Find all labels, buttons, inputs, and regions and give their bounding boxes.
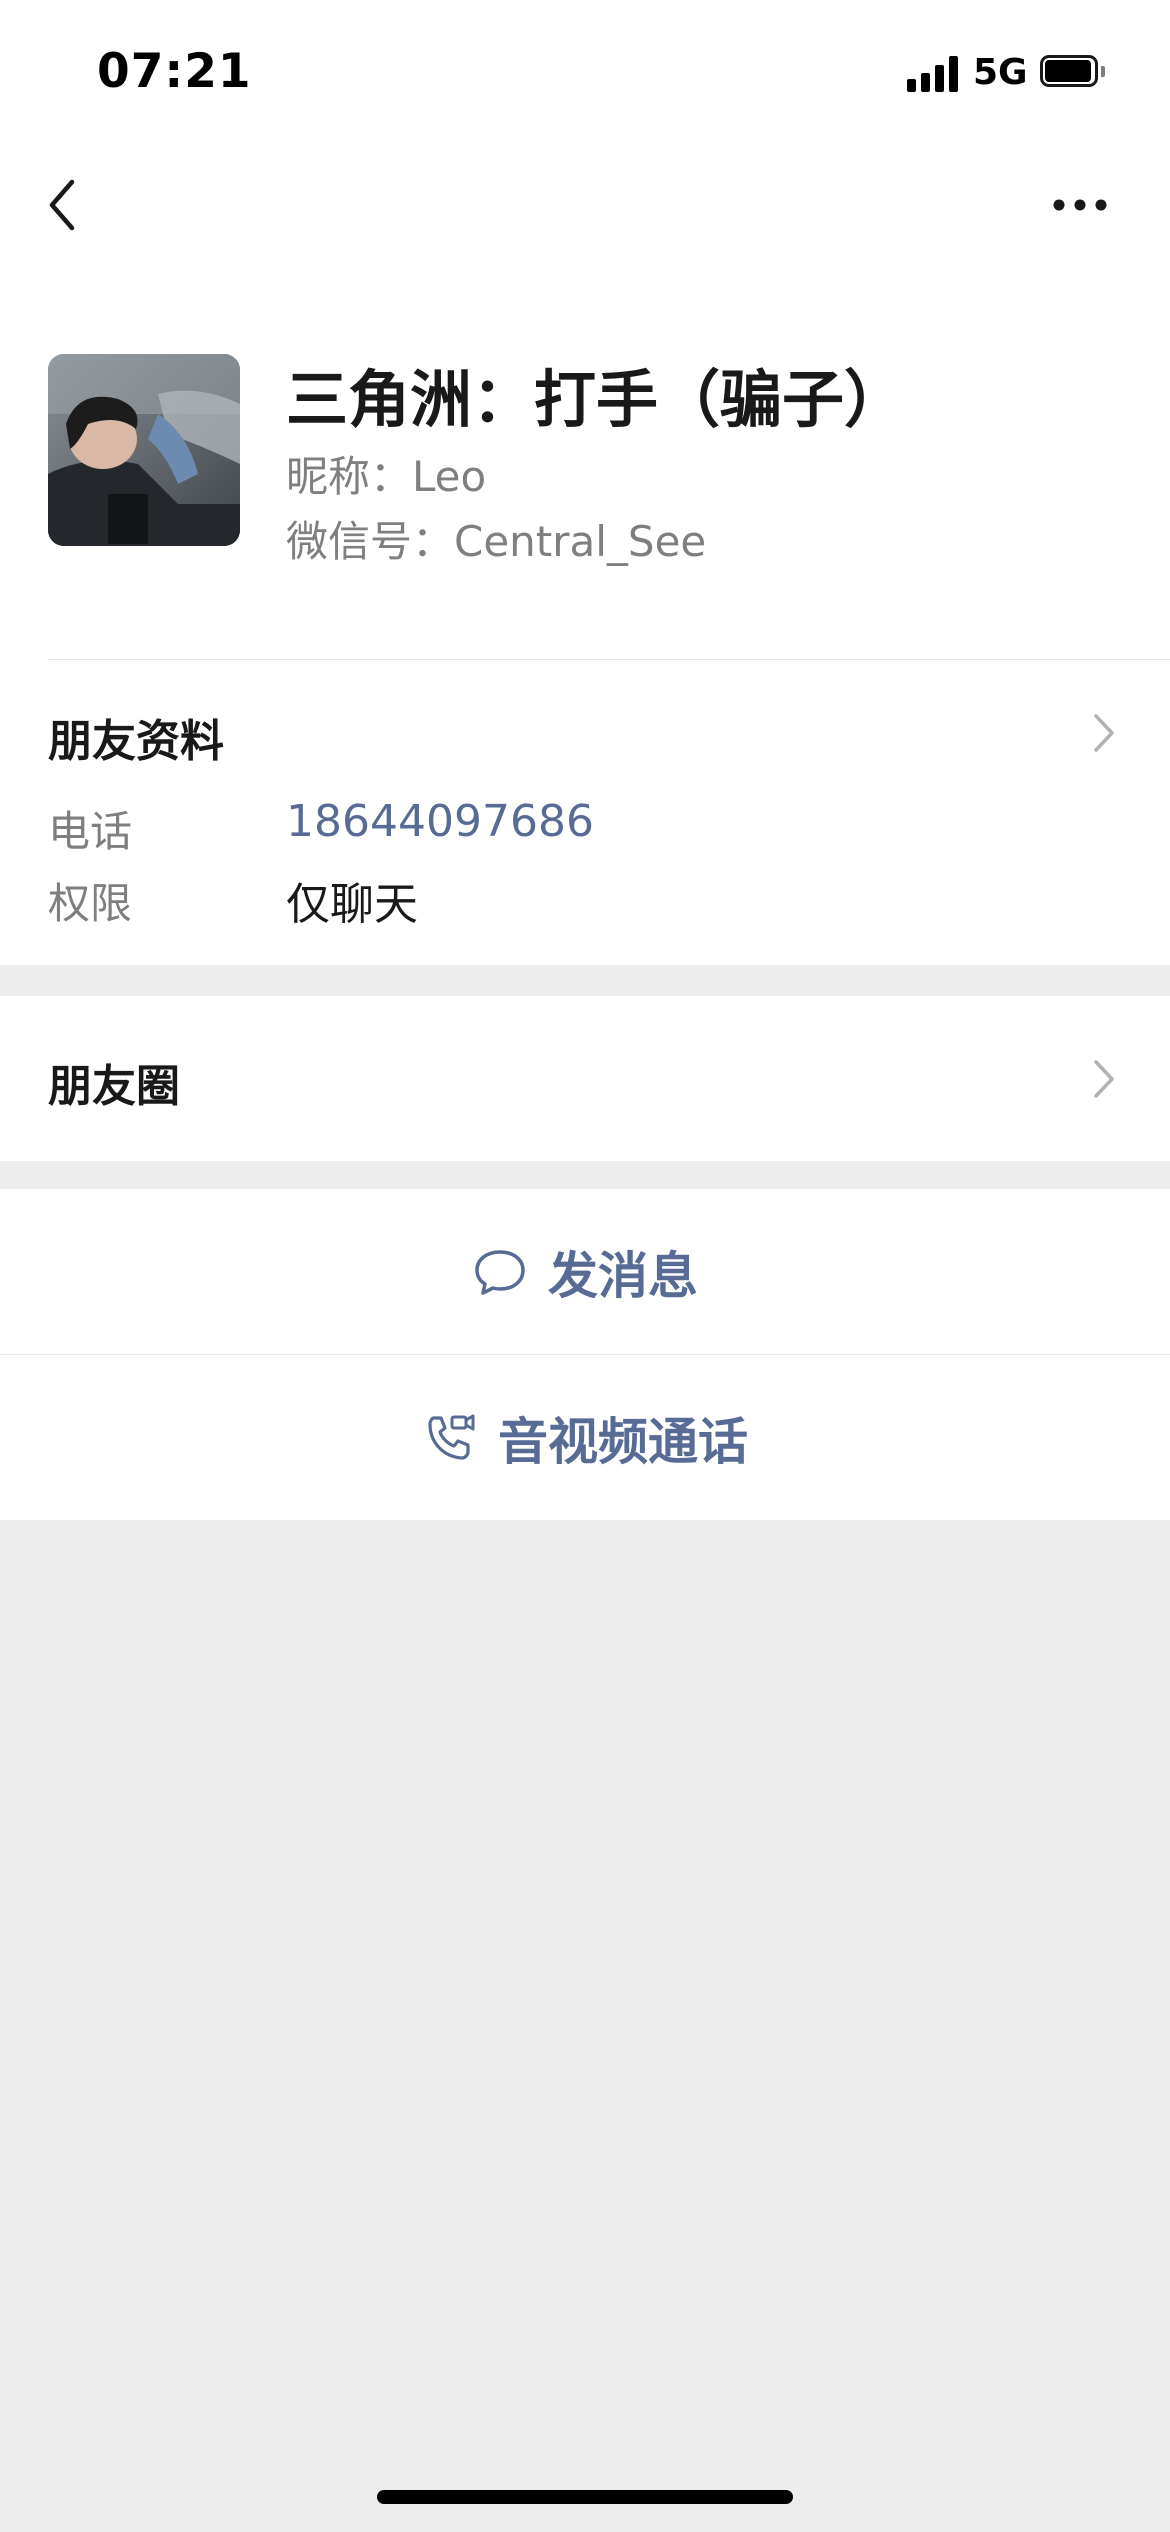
permission-value: 仅聊天 <box>286 879 418 930</box>
phone-number-link[interactable]: 18644097686 <box>286 796 594 847</box>
permission-label: 权限 <box>48 879 133 928</box>
nav-bar <box>0 150 1170 265</box>
moments-row[interactable]: 朋友圈 <box>0 996 1170 1161</box>
signal-icon <box>907 56 959 92</box>
chevron-right-icon <box>1094 1060 1114 1098</box>
avatar[interactable] <box>48 354 240 546</box>
chevron-left-icon <box>49 179 75 231</box>
av-call-button[interactable]: 音视频通话 <box>0 1355 1170 1520</box>
back-button[interactable] <box>36 170 96 240</box>
chevron-right-icon <box>1094 714 1114 752</box>
battery-icon <box>1040 55 1106 91</box>
send-message-button[interactable]: 发消息 <box>0 1189 1170 1354</box>
moments-title: 朋友圈 <box>48 1061 180 1112</box>
av-call-label: 音视频通话 <box>498 1412 748 1471</box>
send-message-label: 发消息 <box>548 1246 698 1305</box>
more-horizontal-icon <box>1053 199 1107 211</box>
display-name: 三角洲：打手（骗子） <box>286 363 907 436</box>
network-type-label: 5G <box>973 52 1028 93</box>
home-indicator[interactable] <box>377 2490 793 2504</box>
action-buttons: 发消息 音视频通话 <box>0 1189 1170 1520</box>
wechat-id-text[interactable]: 微信号：Central_See <box>286 508 706 569</box>
status-time: 07:21 <box>97 44 252 99</box>
chat-bubble-icon <box>475 1249 525 1295</box>
divider <box>48 659 1170 660</box>
contact-profile-screen: 07:21 5G 三角洲：打手（骗子） 昵称：Leo 微信号：Central_S… <box>0 0 1170 2532</box>
status-bar: 07:21 5G <box>0 0 1170 150</box>
more-options-button[interactable] <box>1040 175 1120 235</box>
friend-info-title[interactable]: 朋友资料 <box>48 705 224 769</box>
profile-card: 三角洲：打手（骗子） 昵称：Leo 微信号：Central_See 朋友资料 电… <box>0 265 1170 965</box>
nickname-text: 昵称：Leo <box>286 452 487 501</box>
phone-video-icon <box>428 1414 475 1460</box>
phone-label: 电话 <box>48 807 133 856</box>
